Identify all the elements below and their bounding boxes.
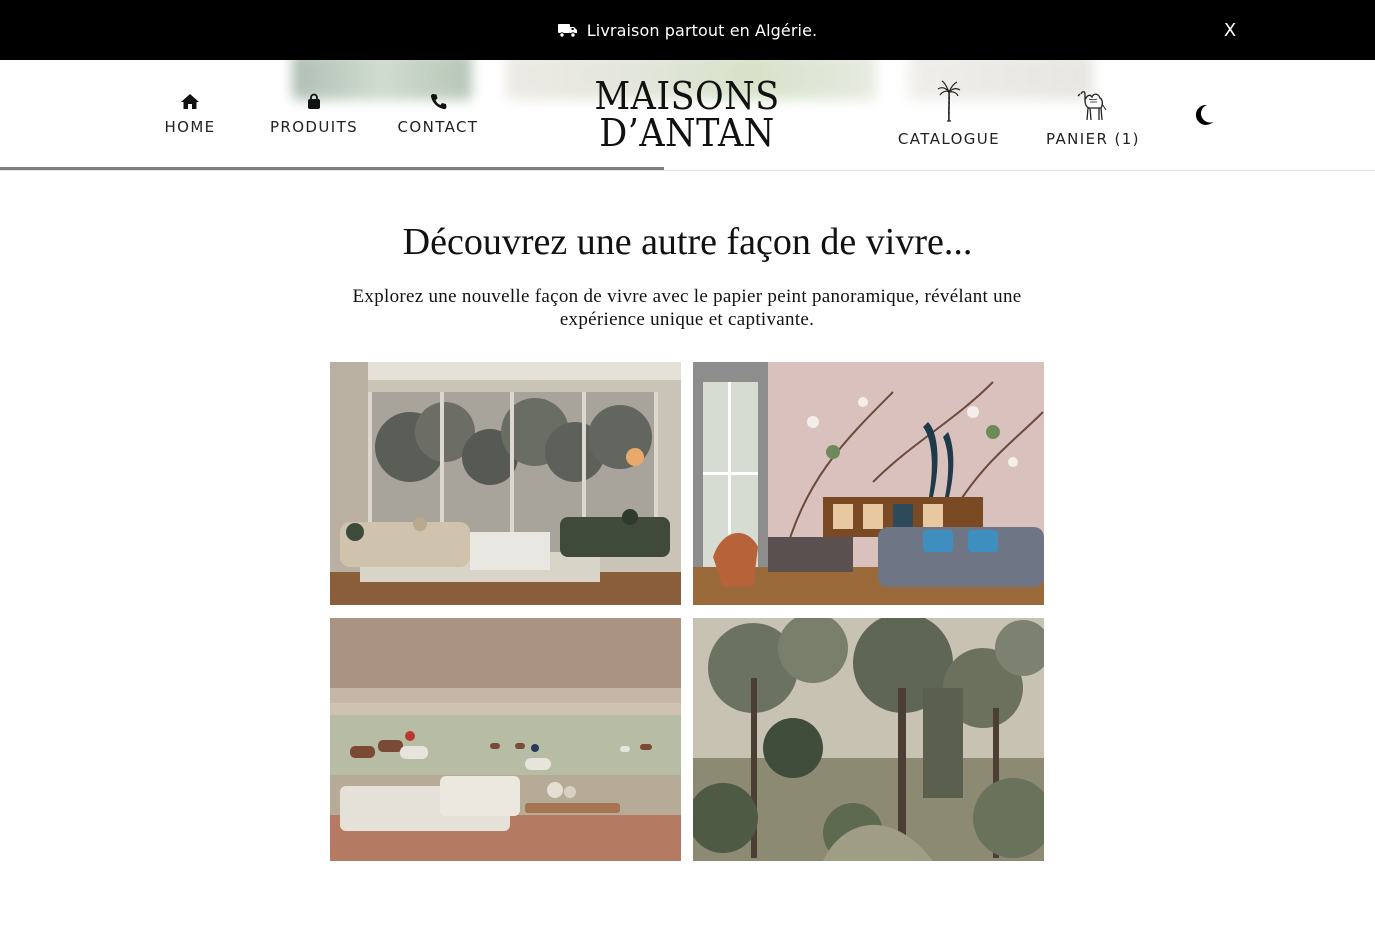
- close-announcement-button[interactable]: X: [1218, 18, 1242, 42]
- nav-panier-label: PANIER (1): [1046, 130, 1140, 148]
- announcement-bar: Livraison partout en Algérie. X: [0, 0, 1375, 60]
- nav-panier[interactable]: PANIER (1): [1042, 78, 1144, 148]
- nav-home[interactable]: HOME: [156, 92, 224, 136]
- home-icon: [180, 92, 200, 110]
- nav-contact-label: CONTACT: [397, 118, 479, 136]
- camel-icon: [1077, 78, 1109, 122]
- announcement-text: Livraison partout en Algérie.: [586, 20, 818, 40]
- nav-catalogue-label: CATALOGUE: [897, 130, 1001, 148]
- logo-line-1: MAISONS: [594, 74, 780, 118]
- logo-line-2: D’ANTAN: [599, 111, 775, 155]
- gallery-image-horse-race[interactable]: [330, 618, 681, 861]
- moon-icon[interactable]: [1188, 100, 1218, 130]
- page-subtitle: Explorez une nouvelle façon de vivre ave…: [352, 286, 1022, 330]
- gallery-image-living-room-forest[interactable]: [330, 362, 681, 605]
- scroll-progress-bar: [0, 167, 664, 170]
- gallery-image-forest-mural[interactable]: [693, 618, 1044, 861]
- nav-produits[interactable]: PRODUITS: [264, 92, 364, 136]
- nav-contact[interactable]: CONTACT: [392, 92, 484, 136]
- site-header: HOME PRODUITS CONTACT MAISONS D’ANTAN CA…: [0, 60, 1375, 171]
- shopping-bag-icon: [306, 92, 322, 110]
- nav-produits-label: PRODUITS: [269, 118, 359, 136]
- gallery-image-peacock-room[interactable]: [693, 362, 1044, 605]
- site-logo[interactable]: MAISONS D’ANTAN: [583, 74, 791, 155]
- phone-icon: [430, 92, 447, 110]
- truck-icon: [557, 22, 578, 38]
- nav-home-label: HOME: [164, 118, 216, 136]
- nav-catalogue[interactable]: CATALOGUE: [890, 78, 1008, 148]
- page-title: Découvrez une autre façon de vivre...: [402, 221, 973, 263]
- announcement-content: Livraison partout en Algérie.: [0, 0, 1375, 60]
- palm-tree-icon: [936, 78, 962, 122]
